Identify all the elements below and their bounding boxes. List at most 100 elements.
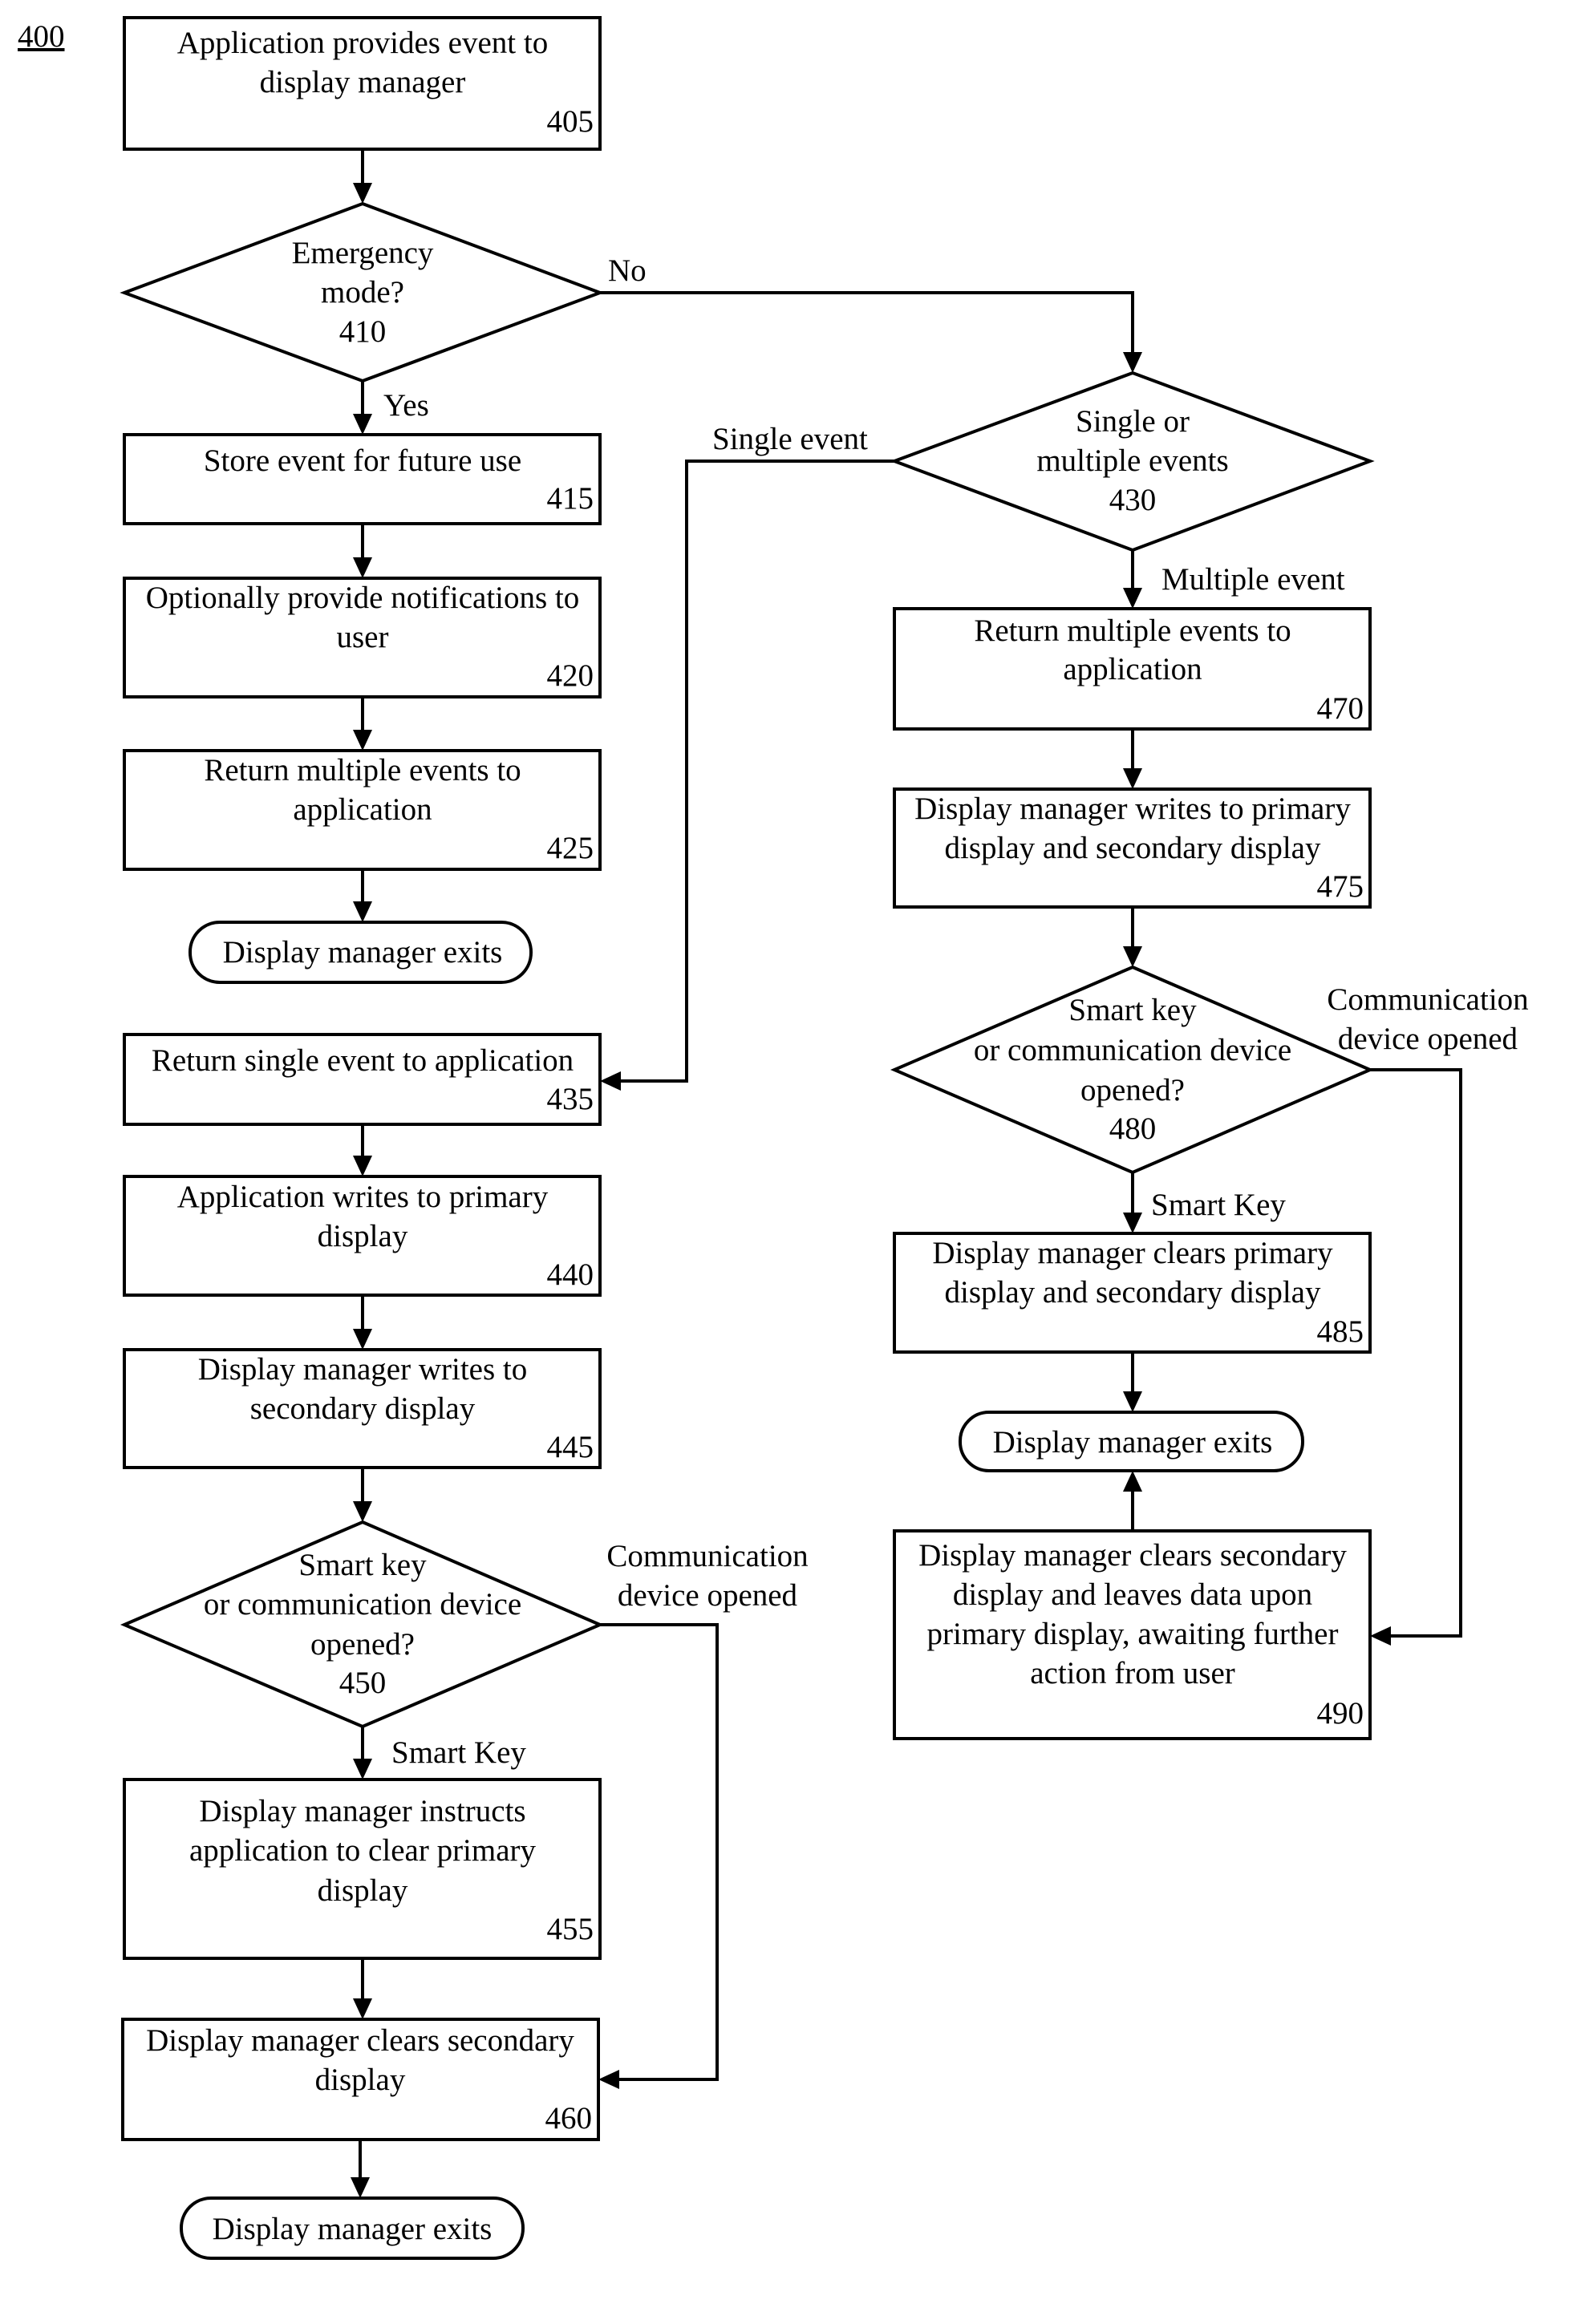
node-ref: 425 bbox=[547, 831, 594, 865]
edge-450-460 bbox=[600, 1623, 719, 2081]
node-ref: 445 bbox=[547, 1430, 594, 1464]
node-text: display and secondary display bbox=[945, 1275, 1321, 1310]
flowchart-400: 400 Application provides event to displa… bbox=[18, 16, 1529, 2260]
node-text: Return single event to application bbox=[152, 1043, 574, 1078]
edge-label-smart-key-left: Smart Key bbox=[391, 1735, 526, 1770]
arrowhead bbox=[353, 1998, 372, 2019]
node-text: display and secondary display bbox=[945, 831, 1321, 865]
arrowhead bbox=[600, 1071, 621, 1091]
node-text: display bbox=[315, 2063, 406, 2097]
arrowhead bbox=[1123, 352, 1142, 373]
edge-label-comm-left: device opened bbox=[618, 1578, 798, 1613]
node-ref: 450 bbox=[339, 1666, 387, 1700]
decision-480: Smart key or communication device opened… bbox=[890, 965, 1375, 1175]
node-text: Display manager clears secondary bbox=[918, 1538, 1347, 1573]
node-text: Display manager instructs bbox=[199, 1794, 525, 1828]
decision-430: Single or multiple events 430 bbox=[890, 370, 1375, 553]
node-ref: 415 bbox=[547, 481, 594, 516]
node-ref: 430 bbox=[1109, 483, 1157, 517]
node-455: Display manager instructs application to… bbox=[123, 1778, 602, 1960]
node-text: action from user bbox=[1030, 1656, 1235, 1690]
node-text: Display manager writes to primary bbox=[914, 792, 1351, 826]
node-475: Display manager writes to primary displa… bbox=[893, 787, 1372, 909]
edge-430-435 bbox=[618, 460, 894, 1083]
arrowhead bbox=[1123, 768, 1142, 789]
terminal-exit-3: Display manager exits bbox=[959, 1411, 1304, 1472]
node-text: Return multiple events to bbox=[974, 613, 1291, 648]
arrowhead bbox=[353, 730, 372, 751]
arrowhead bbox=[1370, 1626, 1391, 1646]
arrowhead bbox=[353, 1501, 372, 1522]
arrowhead bbox=[1123, 1391, 1142, 1412]
arrowhead bbox=[351, 2177, 370, 2198]
arrowhead bbox=[353, 414, 372, 435]
arrowhead bbox=[1123, 588, 1142, 609]
edge-label-comm-right: device opened bbox=[1338, 1022, 1518, 1056]
node-445: Display manager writes to secondary disp… bbox=[123, 1348, 602, 1469]
edge-480-490 bbox=[1370, 1068, 1462, 1638]
node-text: opened? bbox=[310, 1627, 415, 1662]
node-485: Display manager clears primary display a… bbox=[893, 1232, 1372, 1354]
arrowhead bbox=[598, 2070, 619, 2089]
terminal-text: Display manager exits bbox=[213, 2212, 493, 2246]
node-text: multiple events bbox=[1036, 443, 1228, 478]
node-text: application to clear primary bbox=[189, 1833, 537, 1868]
node-ref: 455 bbox=[547, 1912, 594, 1946]
node-text: opened? bbox=[1080, 1073, 1185, 1107]
node-text: Single or bbox=[1076, 404, 1190, 439]
node-text: Store event for future use bbox=[204, 443, 521, 478]
terminal-exit-2: Display manager exits bbox=[180, 2196, 525, 2260]
edge-label-multiple-event: Multiple event bbox=[1161, 562, 1345, 597]
arrowhead bbox=[353, 901, 372, 922]
arrowhead bbox=[353, 1156, 372, 1176]
node-text: display bbox=[318, 1219, 408, 1253]
node-420: Optionally provide notifications to user… bbox=[123, 577, 602, 698]
node-text: display manager bbox=[260, 65, 466, 99]
node-text: mode? bbox=[321, 275, 404, 310]
figure-label: 400 bbox=[18, 19, 65, 54]
node-text: or communication device bbox=[974, 1033, 1291, 1067]
arrowhead bbox=[1123, 1471, 1142, 1492]
arrowhead bbox=[353, 1759, 372, 1779]
edge-label-comm-right: Communication bbox=[1327, 982, 1528, 1017]
node-415: Store event for future use 415 bbox=[123, 433, 602, 525]
arrowhead bbox=[353, 183, 372, 204]
node-text: Smart key bbox=[298, 1548, 427, 1582]
node-405: Application provides event to display ma… bbox=[123, 16, 602, 151]
node-425: Return multiple events to application 42… bbox=[123, 749, 602, 871]
decision-410: Emergency mode? 410 bbox=[120, 201, 605, 383]
node-ref: 480 bbox=[1109, 1111, 1157, 1146]
node-text: secondary display bbox=[250, 1391, 476, 1426]
node-ref: 420 bbox=[547, 658, 594, 693]
arrowhead bbox=[1123, 1213, 1142, 1233]
node-435: Return single event to application 435 bbox=[123, 1033, 602, 1126]
node-text: display and leaves data upon bbox=[953, 1577, 1312, 1612]
node-text: Optionally provide notifications to bbox=[146, 581, 580, 615]
node-ref: 475 bbox=[1317, 869, 1364, 904]
node-ref: 410 bbox=[339, 314, 387, 349]
node-text: Display manager writes to bbox=[198, 1352, 527, 1387]
node-text: Emergency bbox=[292, 236, 434, 270]
node-text: display bbox=[318, 1873, 408, 1908]
node-text: or communication device bbox=[204, 1587, 521, 1622]
node-text: Smart key bbox=[1068, 993, 1197, 1027]
node-ref: 435 bbox=[547, 1082, 594, 1116]
node-text: application bbox=[293, 792, 432, 827]
arrowhead bbox=[1123, 946, 1142, 967]
edge-label-comm-left: Communication bbox=[606, 1539, 808, 1573]
node-text: Application provides event to bbox=[177, 26, 548, 60]
node-text: user bbox=[337, 620, 389, 654]
arrowhead bbox=[353, 1329, 372, 1350]
node-ref: 405 bbox=[547, 104, 594, 139]
node-text: Display manager clears primary bbox=[932, 1236, 1333, 1270]
node-440: Application writes to primary display 44… bbox=[123, 1175, 602, 1297]
edge-label-smart-key-right: Smart Key bbox=[1151, 1188, 1286, 1222]
node-text: primary display, awaiting further bbox=[927, 1617, 1339, 1651]
edge-label-yes: Yes bbox=[383, 388, 429, 423]
node-ref: 460 bbox=[545, 2101, 593, 2136]
terminal-text: Display manager exits bbox=[993, 1425, 1273, 1460]
edge-label-no: No bbox=[608, 253, 647, 288]
arrowhead bbox=[353, 557, 372, 578]
node-text: Application writes to primary bbox=[177, 1180, 549, 1214]
terminal-text: Display manager exits bbox=[223, 935, 503, 970]
